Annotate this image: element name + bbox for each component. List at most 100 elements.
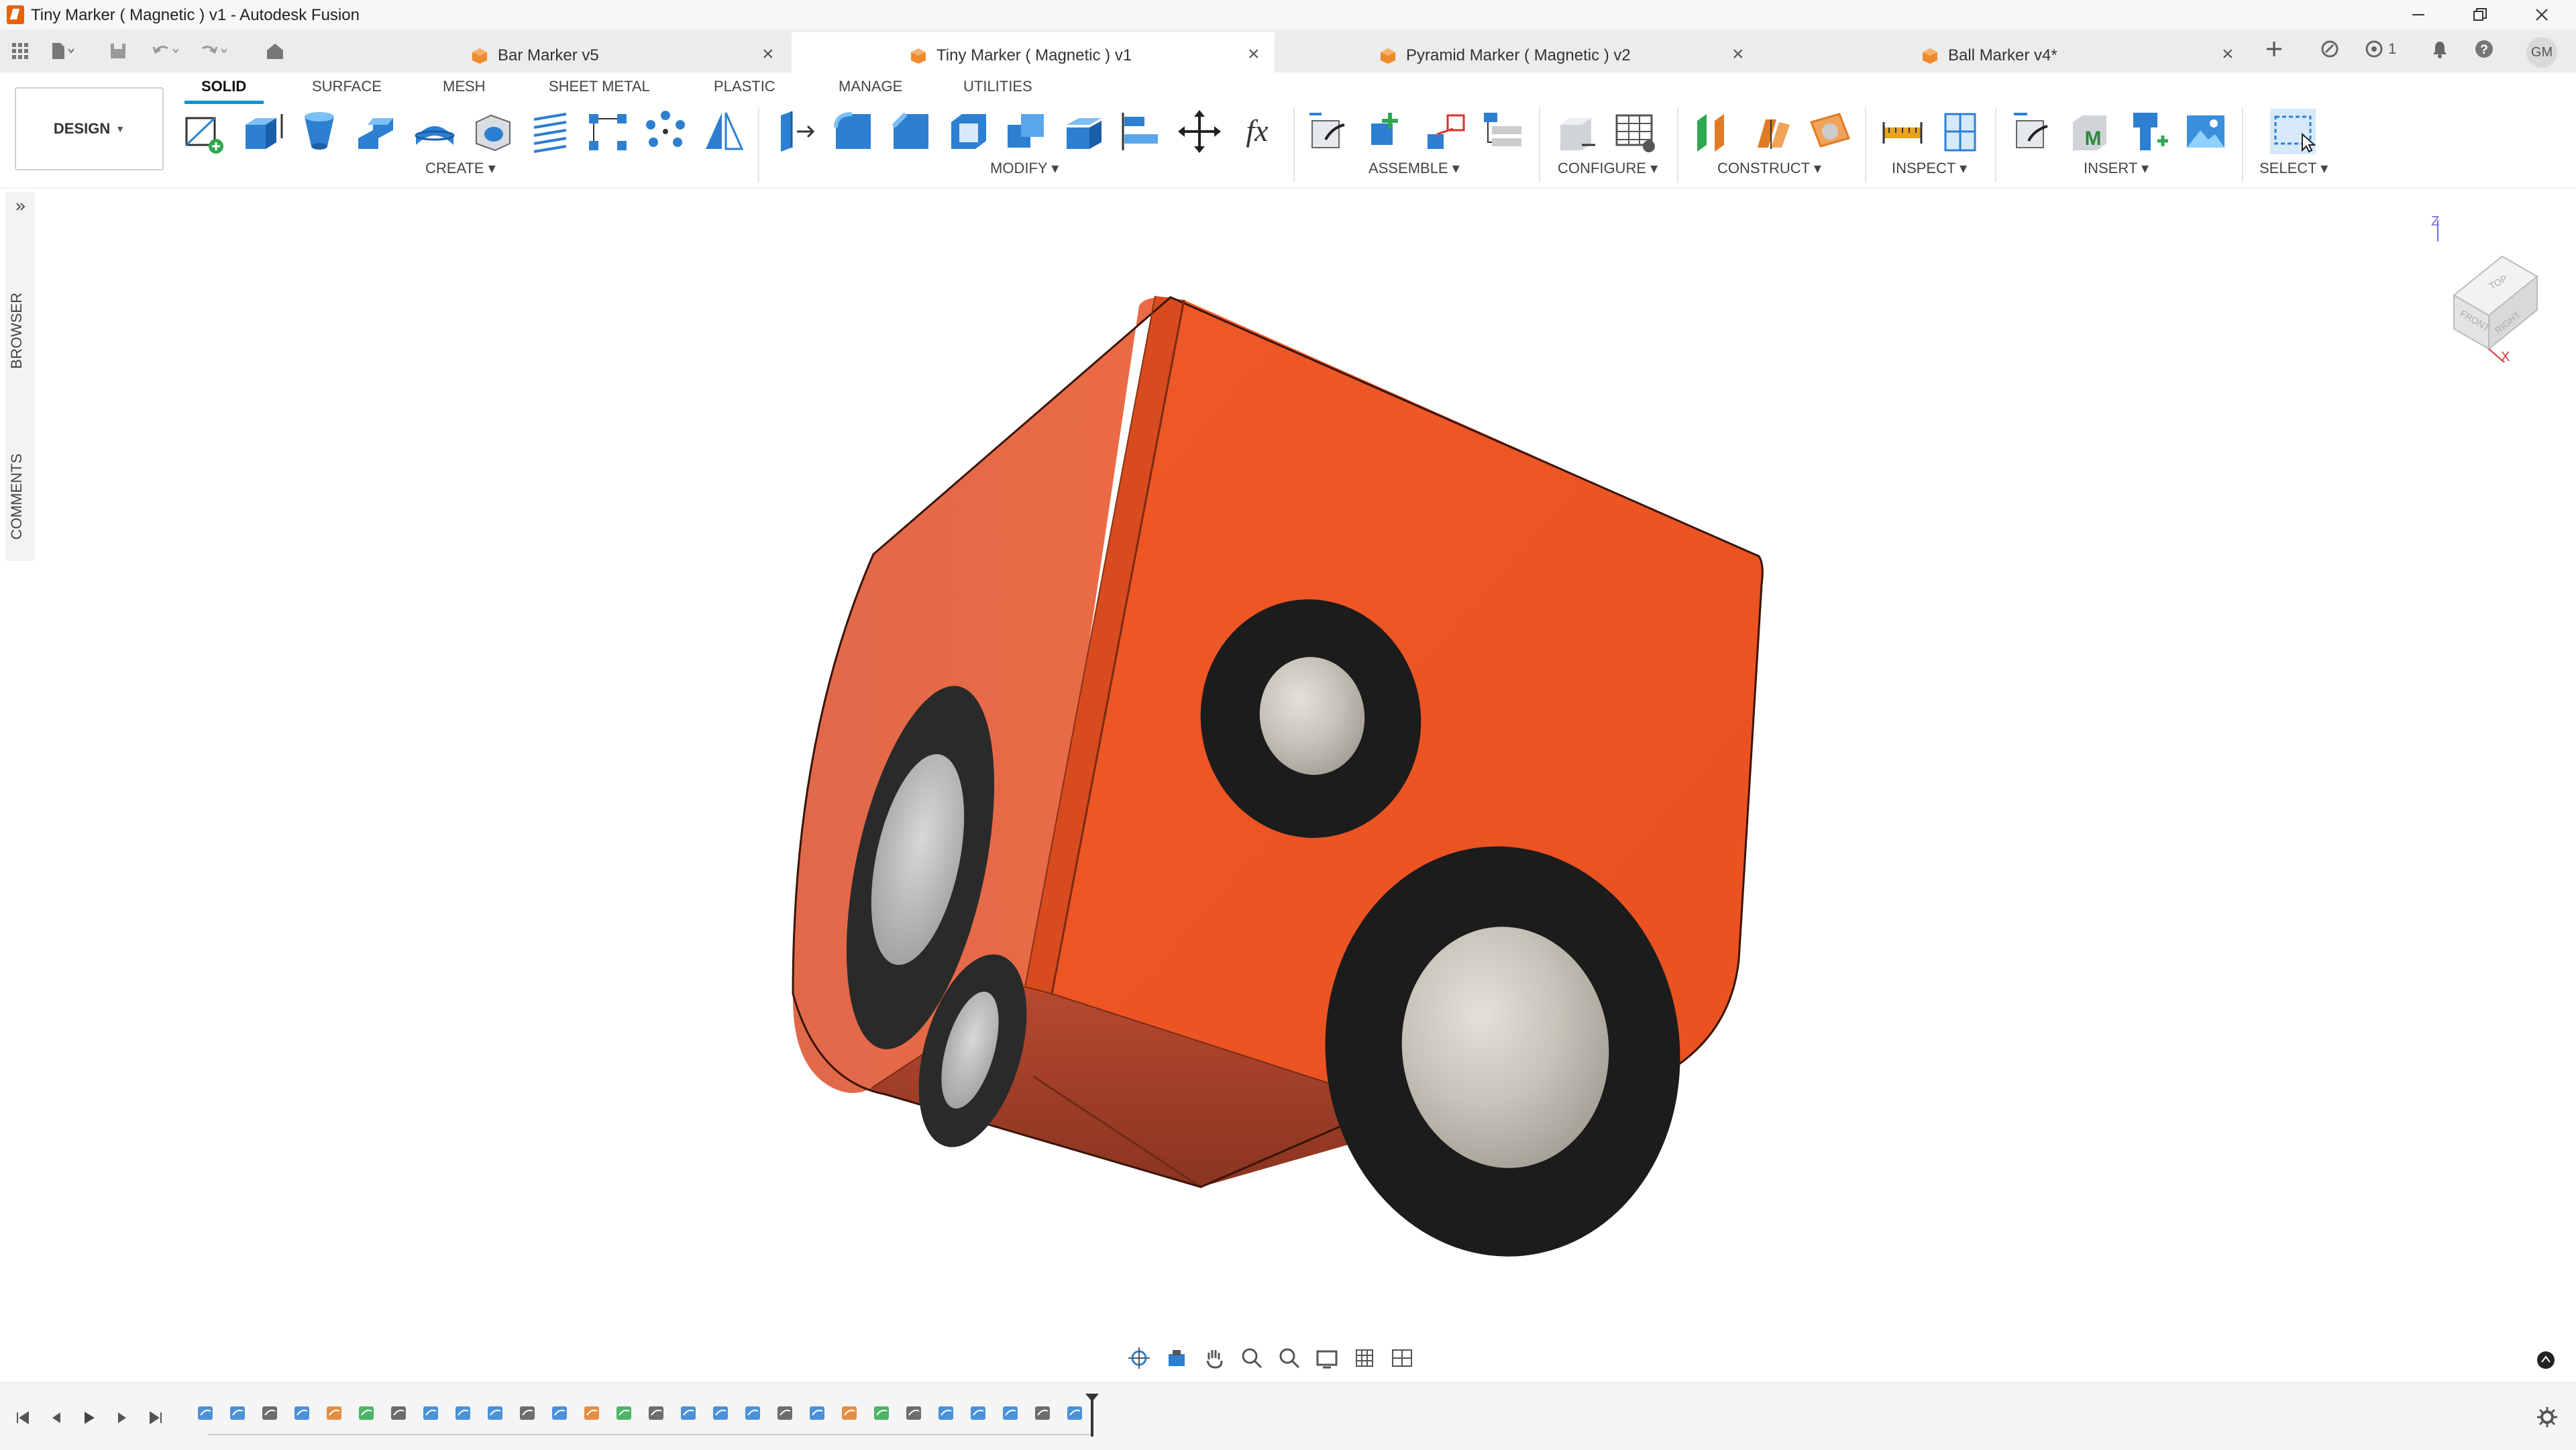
- insert-derive-icon[interactable]: [2008, 107, 2057, 156]
- select-icon[interactable]: [2269, 107, 2317, 156]
- help-button[interactable]: ?: [2474, 39, 2494, 64]
- align-icon[interactable]: [1118, 107, 1166, 156]
- configure-icon[interactable]: [1552, 107, 1601, 156]
- viewports-button[interactable]: [1387, 1343, 1417, 1373]
- joint-origin-icon[interactable]: [1479, 107, 1527, 156]
- timeline-feature[interactable]: [291, 1402, 314, 1425]
- viewcube[interactable]: Z X TOP FRONT RIGHT: [2422, 208, 2556, 367]
- timeline-feature[interactable]: [259, 1402, 282, 1425]
- modify-menu[interactable]: MODIFY ▾: [990, 160, 1059, 177]
- display-settings-button[interactable]: [1312, 1343, 1342, 1373]
- create-menu[interactable]: CREATE ▾: [425, 160, 496, 177]
- tab-manage[interactable]: MANAGE: [839, 78, 902, 95]
- mirror-icon[interactable]: [699, 107, 747, 156]
- timeline-marker-handle[interactable]: [1085, 1394, 1099, 1402]
- timeline-feature[interactable]: [806, 1402, 829, 1425]
- timeline-feature[interactable]: [549, 1402, 572, 1425]
- user-avatar[interactable]: GM: [2526, 37, 2557, 68]
- timeline-feature[interactable]: [903, 1402, 926, 1425]
- shell-icon[interactable]: [945, 107, 993, 156]
- create-sketch-icon[interactable]: [180, 107, 228, 156]
- circular-pattern-icon[interactable]: [641, 107, 690, 156]
- undo-button[interactable]: [152, 38, 178, 64]
- tab-bar-marker[interactable]: Bar Marker v5 ×: [463, 32, 785, 72]
- timeline-feature[interactable]: [967, 1402, 990, 1425]
- tab-tiny-marker[interactable]: Tiny Marker ( Magnetic ) v1 ×: [792, 32, 1275, 72]
- timeline-feature[interactable]: [710, 1402, 733, 1425]
- tab-solid[interactable]: SOLID: [201, 78, 246, 95]
- pan-button[interactable]: [1199, 1343, 1229, 1373]
- timeline-feature[interactable]: [1000, 1402, 1022, 1425]
- timeline-feature[interactable]: [484, 1402, 507, 1425]
- revolve-icon[interactable]: [295, 107, 343, 156]
- timeline-start-button[interactable]: [9, 1404, 36, 1431]
- timeline-next-button[interactable]: [109, 1404, 136, 1431]
- rectangular-pattern-icon[interactable]: [584, 107, 632, 156]
- timeline-play-button[interactable]: [75, 1404, 102, 1431]
- tab-plastic[interactable]: PLASTIC: [714, 78, 775, 95]
- grid-snap-button[interactable]: [1350, 1343, 1379, 1373]
- close-tab-icon[interactable]: ×: [1732, 43, 1744, 66]
- timeline-feature[interactable]: [1064, 1402, 1087, 1425]
- zoom-button[interactable]: [1237, 1343, 1267, 1373]
- fillet-icon[interactable]: [829, 107, 877, 156]
- timeline-feature[interactable]: [645, 1402, 668, 1425]
- timeline-feature[interactable]: [452, 1402, 475, 1425]
- offset-plane-icon[interactable]: [1690, 107, 1739, 156]
- fit-button[interactable]: [1275, 1343, 1304, 1373]
- canvas-image-icon[interactable]: [2182, 107, 2230, 156]
- assemble-menu[interactable]: ASSEMBLE ▾: [1368, 160, 1460, 177]
- restore-button[interactable]: [2450, 1, 2510, 28]
- timeline-feature[interactable]: [935, 1402, 958, 1425]
- insert-mesh-icon[interactable]: [2124, 107, 2172, 156]
- orbit-button[interactable]: [1124, 1343, 1154, 1373]
- sweep-icon[interactable]: [353, 107, 401, 156]
- timeline-prev-button[interactable]: [43, 1404, 70, 1431]
- 3d-viewport[interactable]: [0, 189, 2576, 1382]
- text-commands-button[interactable]: [2536, 1350, 2556, 1374]
- insert-mcmaster-icon[interactable]: M: [2066, 107, 2114, 156]
- notifications-button[interactable]: [2430, 39, 2450, 64]
- new-component-icon[interactable]: [1305, 107, 1354, 156]
- section-analysis-icon[interactable]: [1936, 107, 1984, 156]
- tab-pyramid-marker[interactable]: Pyramid Marker ( Magnetic ) v2 ×: [1281, 32, 1751, 72]
- timeline-feature[interactable]: [678, 1402, 700, 1425]
- chamfer-icon[interactable]: [887, 107, 935, 156]
- tab-ball-marker[interactable]: Ball Marker v4* ×: [1758, 32, 2241, 72]
- save-button[interactable]: [105, 38, 131, 64]
- timeline-feature[interactable]: [613, 1402, 636, 1425]
- construct-menu[interactable]: CONSTRUCT ▾: [1717, 160, 1821, 177]
- timeline-feature[interactable]: [517, 1402, 539, 1425]
- configure-menu[interactable]: CONFIGURE ▾: [1558, 160, 1658, 177]
- measure-icon[interactable]: [1878, 107, 1927, 156]
- plane-at-angle-icon[interactable]: [1748, 107, 1796, 156]
- file-menu-button[interactable]: [50, 38, 76, 64]
- extrude-icon[interactable]: [237, 107, 286, 156]
- extensions-button[interactable]: [2320, 39, 2340, 64]
- timeline-feature[interactable]: [581, 1402, 604, 1425]
- timeline-feature[interactable]: [195, 1402, 217, 1425]
- tab-sheet-metal[interactable]: SHEET METAL: [549, 78, 650, 95]
- look-at-button[interactable]: [1162, 1343, 1191, 1373]
- redo-button[interactable]: [200, 38, 227, 64]
- timeline-feature[interactable]: [388, 1402, 411, 1425]
- close-tab-icon[interactable]: ×: [762, 43, 774, 66]
- press-pull-icon[interactable]: [771, 107, 820, 156]
- select-menu[interactable]: SELECT ▾: [2259, 160, 2328, 177]
- thread-icon[interactable]: [526, 107, 574, 156]
- close-tab-icon[interactable]: ×: [2222, 43, 2234, 66]
- workspace-switcher[interactable]: DESIGN ▼: [15, 87, 164, 170]
- tab-surface[interactable]: SURFACE: [312, 78, 382, 95]
- timeline-feature[interactable]: [323, 1402, 346, 1425]
- as-built-joint-icon[interactable]: [1421, 107, 1469, 156]
- joint-icon[interactable]: [1363, 107, 1411, 156]
- timeline-feature[interactable]: [1032, 1402, 1055, 1425]
- timeline-feature[interactable]: [227, 1402, 250, 1425]
- move-icon[interactable]: [1175, 107, 1224, 156]
- job-status-button[interactable]: 1: [2364, 39, 2396, 59]
- app-grid-button[interactable]: [7, 38, 34, 64]
- timeline-feature[interactable]: [742, 1402, 765, 1425]
- timeline-settings-button[interactable]: [2536, 1406, 2559, 1432]
- timeline-feature[interactable]: [839, 1402, 861, 1425]
- timeline-feature[interactable]: [356, 1402, 378, 1425]
